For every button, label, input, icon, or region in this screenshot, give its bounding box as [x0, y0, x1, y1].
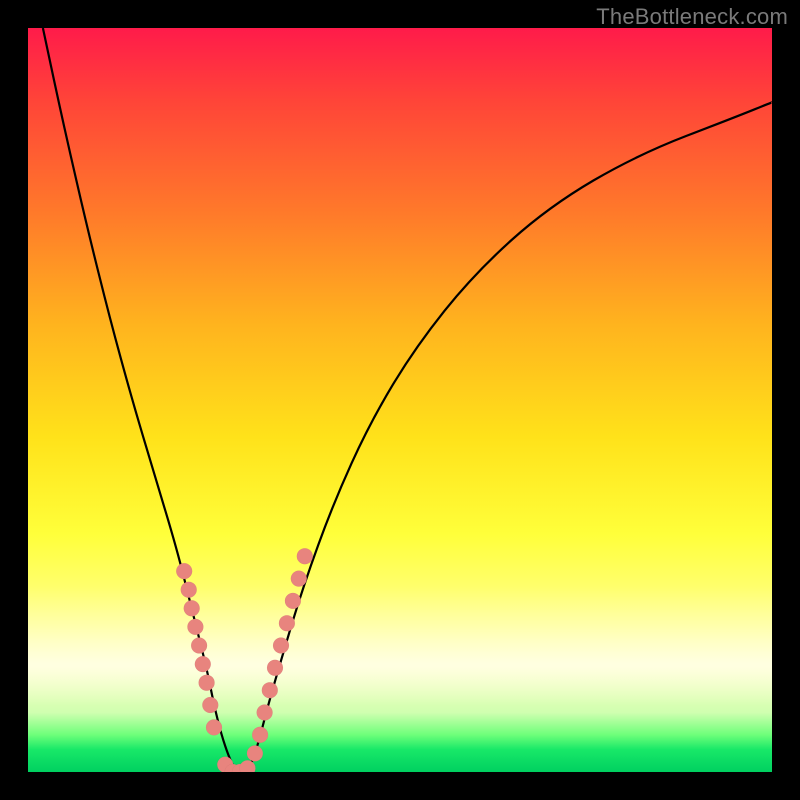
- highlight-dot: [240, 760, 256, 772]
- highlight-dot: [184, 600, 200, 616]
- highlight-dot: [187, 619, 203, 635]
- chart-frame: [28, 28, 772, 772]
- highlight-dots-group: [176, 548, 313, 772]
- highlight-dot: [206, 719, 222, 735]
- highlight-dot: [191, 638, 207, 654]
- highlight-dot: [195, 656, 211, 672]
- highlight-dot: [199, 675, 215, 691]
- response-curve: [43, 28, 772, 772]
- highlight-dot: [291, 571, 307, 587]
- watermark-text: TheBottleneck.com: [596, 4, 788, 30]
- highlight-dot: [257, 705, 273, 721]
- highlight-dot: [279, 615, 295, 631]
- highlight-dot: [176, 563, 192, 579]
- highlight-dot: [267, 660, 283, 676]
- highlight-dot: [297, 548, 313, 564]
- highlight-dot: [252, 727, 268, 743]
- highlight-dot: [202, 697, 218, 713]
- highlight-dot: [273, 638, 289, 654]
- highlight-dot: [247, 745, 263, 761]
- chart-svg: [28, 28, 772, 772]
- highlight-dot: [262, 682, 278, 698]
- highlight-dot: [181, 582, 197, 598]
- highlight-dot: [285, 593, 301, 609]
